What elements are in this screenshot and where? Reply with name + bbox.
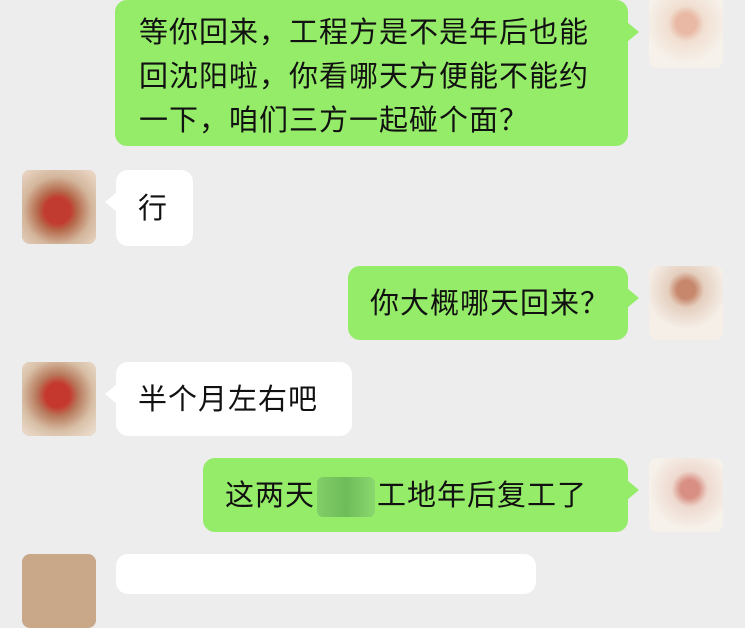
redaction-blur (317, 477, 376, 517)
message-text-line: 等你回来，工程方是不是年后也能 (139, 15, 590, 49)
user-avatar[interactable] (649, 266, 723, 340)
message-text-after: 工地年后复工了 (377, 478, 588, 512)
user-avatar[interactable] (649, 458, 723, 532)
message-received: 半个月左右吧 (0, 362, 745, 442)
message-text-line: 回沈阳啦，你看哪天方便能不能约 (139, 59, 590, 93)
message-sent: 等你回来，工程方是不是年后也能 回沈阳啦，你看哪天方便能不能约 一下，咱们三方一… (0, 0, 745, 150)
message-bubble-received[interactable]: 行 (105, 170, 193, 246)
message-bubble-received[interactable]: 半个月左右吧 (105, 362, 352, 436)
message-received-partial (0, 548, 745, 628)
chat-window: 等你回来，工程方是不是年后也能 回沈阳啦，你看哪天方便能不能约 一下，咱们三方一… (0, 0, 745, 628)
contact-avatar[interactable] (22, 554, 96, 628)
message-text: 行 (138, 191, 169, 225)
message-sent: 这两天 工地年后复工了 (0, 458, 745, 538)
message-text: 你大概哪天回来？ (370, 286, 611, 320)
message-received: 行 (0, 168, 745, 248)
message-text: 半个月左右吧 (138, 382, 319, 416)
message-bubble-sent[interactable]: 等你回来，工程方是不是年后也能 回沈阳啦，你看哪天方便能不能约 一下，咱们三方一… (115, 0, 639, 146)
message-text-before: 这两天 (225, 478, 316, 512)
message-bubble-sent[interactable]: 这两天 工地年后复工了 (203, 458, 639, 532)
contact-avatar[interactable] (22, 170, 96, 244)
contact-avatar[interactable] (22, 362, 96, 436)
message-sent: 你大概哪天回来？ (0, 266, 745, 346)
user-avatar[interactable] (649, 0, 723, 68)
message-bubble-received[interactable] (116, 554, 536, 594)
message-bubble-sent[interactable]: 你大概哪天回来？ (348, 266, 639, 340)
message-text-line: 一下，咱们三方一起碰个面？ (139, 103, 530, 137)
